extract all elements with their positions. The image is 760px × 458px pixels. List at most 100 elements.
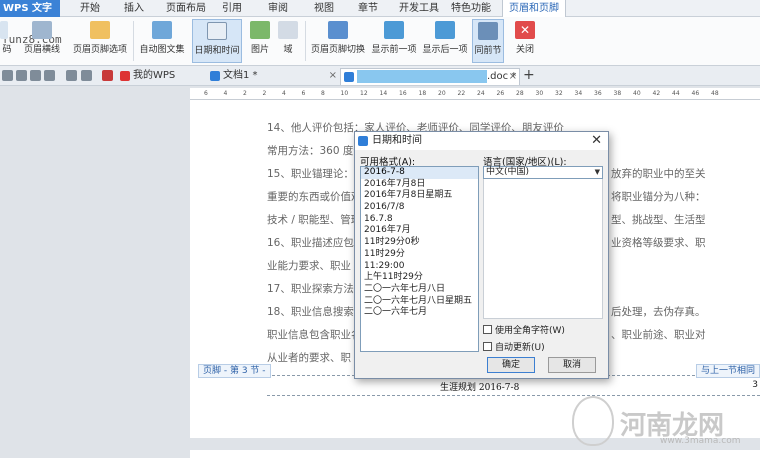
language-select[interactable]: 中文(中国) ▼ <box>483 166 603 179</box>
close-header-footer-button[interactable]: ✕ 关闭 <box>512 19 538 63</box>
field-button[interactable]: 域 <box>278 19 298 63</box>
date-time-button[interactable]: 日期和时间 <box>192 19 242 63</box>
auto-update-checkbox[interactable]: 自动更新(U) <box>483 340 545 353</box>
export-pdf-icon[interactable] <box>16 70 27 81</box>
ruler-tick-label: 42 <box>652 90 661 97</box>
body-line-fragment: 、职业前途、职业对 <box>611 329 706 341</box>
tab-review[interactable]: 审阅 <box>268 0 288 17</box>
fullwidth-label: 使用全角字符(W) <box>495 326 565 336</box>
close-tab-icon[interactable]: × <box>509 69 517 85</box>
tab-developer[interactable]: 开发工具 <box>399 0 439 17</box>
ruler-tick-label: 24 <box>477 90 485 97</box>
print-preview-icon[interactable] <box>44 70 55 81</box>
format-option[interactable]: 11时29分0秒 <box>361 237 478 249</box>
language-panel <box>483 179 603 319</box>
footer-content[interactable]: 生涯规划 2016-7-8 <box>440 380 519 393</box>
tab-header-footer[interactable]: 页眉和页脚 <box>502 0 566 17</box>
tab-document1-label: 文档1 * <box>223 70 258 81</box>
ruler-tick-label: 6 <box>301 90 306 97</box>
picture-button[interactable]: 图片 <box>246 19 274 63</box>
tab-page-layout[interactable]: 页面布局 <box>166 0 206 17</box>
format-option[interactable]: 二〇一六年七月 <box>361 307 478 319</box>
ruler-tick-label: 14 <box>379 90 388 97</box>
undo-icon[interactable] <box>66 70 77 81</box>
chevron-down-icon: ▼ <box>594 168 600 176</box>
show-previous-label: 显示前一项 <box>371 45 417 55</box>
format-option[interactable]: 2016/7/8 <box>361 202 478 214</box>
tab-references[interactable]: 引用 <box>222 0 242 17</box>
ruler-tick-label: 34 <box>574 90 583 97</box>
redo-icon[interactable] <box>81 70 92 81</box>
ok-button[interactable]: 确定 <box>487 357 535 373</box>
tab-start[interactable]: 开始 <box>80 0 100 17</box>
show-next-button[interactable]: 显示后一项 <box>421 19 469 63</box>
ribbon-separator <box>133 21 134 61</box>
autotext-icon <box>152 21 172 39</box>
ribbon: funz8.com 码 页眉横线 页眉页脚选项 自动图文集 日期和时间 图片 域… <box>0 17 760 66</box>
format-option[interactable]: 2016-7-8 <box>361 167 478 179</box>
header-footer-options-button[interactable]: 页眉页脚选项 <box>70 19 130 63</box>
cancel-button[interactable]: 取消 <box>548 357 596 373</box>
switch-header-footer-button[interactable]: 页眉页脚切换 <box>310 19 366 63</box>
body-line: 17、职业探索方法 <box>267 283 354 295</box>
switch-header-footer-label: 页眉页脚切换 <box>310 45 365 55</box>
ruler-tick-label: 26 <box>496 90 505 97</box>
checkbox-icon <box>483 342 492 351</box>
body-line: 业能力要求、职业 <box>267 260 351 272</box>
fullwidth-checkbox[interactable]: 使用全角字符(W) <box>483 323 565 336</box>
show-next-label: 显示后一项 <box>422 45 468 55</box>
format-option[interactable]: 2016年7月8日星期五 <box>361 190 478 202</box>
format-option[interactable]: 上午11时29分 <box>361 272 478 284</box>
tab-my-wps[interactable]: 我的WPS <box>117 68 205 85</box>
footer-page-number: 3 <box>752 380 758 390</box>
field-icon <box>278 21 298 39</box>
tab-view[interactable]: 视图 <box>314 0 334 17</box>
new-tab-icon[interactable]: + <box>523 67 535 83</box>
app-menu-button[interactable]: WPS 文字 ▾ <box>0 0 60 31</box>
autotext-button[interactable]: 自动图文集 <box>136 19 188 63</box>
body-line: 从业者的要求、职 <box>267 352 351 364</box>
dialog-close-button[interactable]: ✕ <box>591 132 602 150</box>
format-option[interactable]: 二〇一六年七月八日星期五 <box>361 296 478 308</box>
link-to-previous-label: 同前节 <box>474 46 502 56</box>
body-line: 职业信息包含职业名 <box>267 329 362 341</box>
date-time-label: 日期和时间 <box>194 46 240 56</box>
format-option[interactable]: 2016年7月 <box>361 225 478 237</box>
format-option[interactable]: 16.7.8 <box>361 214 478 226</box>
tab-current-document[interactable]: .doc * × <box>340 68 520 85</box>
formats-list[interactable]: 2016-7-8 2016年7月8日 2016年7月8日星期五 2016/7/8 16.… <box>360 166 479 352</box>
ruler-tick-label: 22 <box>457 90 466 97</box>
same-as-previous-tag: 与上一节相同 <box>695 364 760 378</box>
menu-bar: WPS 文字 ▾ 开始 插入 页面布局 引用 审阅 视图 章节 开发工具 特色功… <box>0 0 760 31</box>
save-icon[interactable] <box>2 70 13 81</box>
ruler-tick-label: 36 <box>594 90 602 97</box>
format-painter-icon[interactable] <box>102 70 113 81</box>
body-line: 16、职业描述应包括 <box>267 237 365 249</box>
page-number-button[interactable]: 码 <box>0 19 14 63</box>
header-line-label: 页眉横线 <box>23 45 60 55</box>
show-previous-button[interactable]: 显示前一项 <box>370 19 418 63</box>
document-icon <box>344 72 354 82</box>
header-footer-options-label: 页眉页脚选项 <box>72 45 127 55</box>
tab-document1[interactable]: 文档1 * × <box>207 68 339 85</box>
format-option[interactable]: 2016年7月8日 <box>361 179 478 191</box>
format-option[interactable]: 11时29分 <box>361 249 478 261</box>
options-icon <box>90 21 110 39</box>
body-line: 18、职业信息搜索和 <box>267 306 365 318</box>
checkbox-icon <box>483 325 492 334</box>
ruler-tick-label: 38 <box>613 90 622 97</box>
link-to-previous-button[interactable]: 同前节 <box>472 19 504 63</box>
header-line-button[interactable]: 页眉横线 <box>18 19 66 63</box>
body-line-fragment: 将职业锚分为八种： <box>611 191 706 203</box>
tab-features[interactable]: 特色功能 <box>451 0 491 17</box>
print-icon[interactable] <box>30 70 41 81</box>
format-option[interactable]: 二〇一六年七月八日 <box>361 284 478 296</box>
tab-section[interactable]: 章节 <box>358 0 378 17</box>
tab-insert[interactable]: 插入 <box>124 0 144 17</box>
format-option[interactable]: 11:29:00 <box>361 261 478 273</box>
ruler-tick-label: 12 <box>360 90 368 97</box>
ruler-tick-label: 4 <box>223 90 228 97</box>
close-icon: ✕ <box>515 21 535 39</box>
close-tab-icon[interactable]: × <box>329 68 337 84</box>
page-number-icon <box>0 21 8 39</box>
